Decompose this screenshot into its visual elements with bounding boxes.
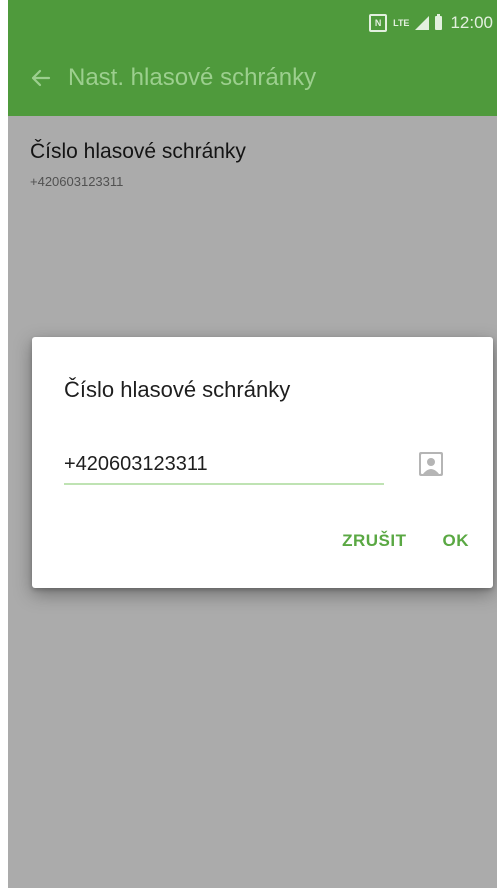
ok-button[interactable]: OK <box>443 531 470 551</box>
dialog-buttons: ZRUŠIT OK <box>342 531 469 551</box>
screen: N LTE 12:00 Nast. hlasové schránky Číslo… <box>8 0 497 888</box>
contact-picker-icon[interactable] <box>418 451 444 477</box>
battery-icon <box>435 14 443 30</box>
toolbar: Nast. hlasové schránky <box>8 52 497 104</box>
nfc-icon: N <box>369 14 388 32</box>
back-arrow-icon[interactable] <box>18 56 62 100</box>
status-bar: N LTE 12:00 <box>369 10 493 36</box>
app-bar: N LTE 12:00 Nast. hlasové schránky <box>8 0 497 116</box>
cancel-button[interactable]: ZRUŠIT <box>342 531 406 551</box>
signal-icon <box>415 16 430 30</box>
status-time: 12:00 <box>450 13 493 32</box>
network-type: LTE <box>393 18 410 28</box>
page-title: Nast. hlasové schránky <box>68 64 317 91</box>
voicemail-number-input[interactable] <box>64 445 384 485</box>
voicemail-number-dialog: Číslo hlasové schránky ZRUŠIT OK <box>32 337 493 588</box>
dialog-title: Číslo hlasové schránky <box>64 377 291 402</box>
